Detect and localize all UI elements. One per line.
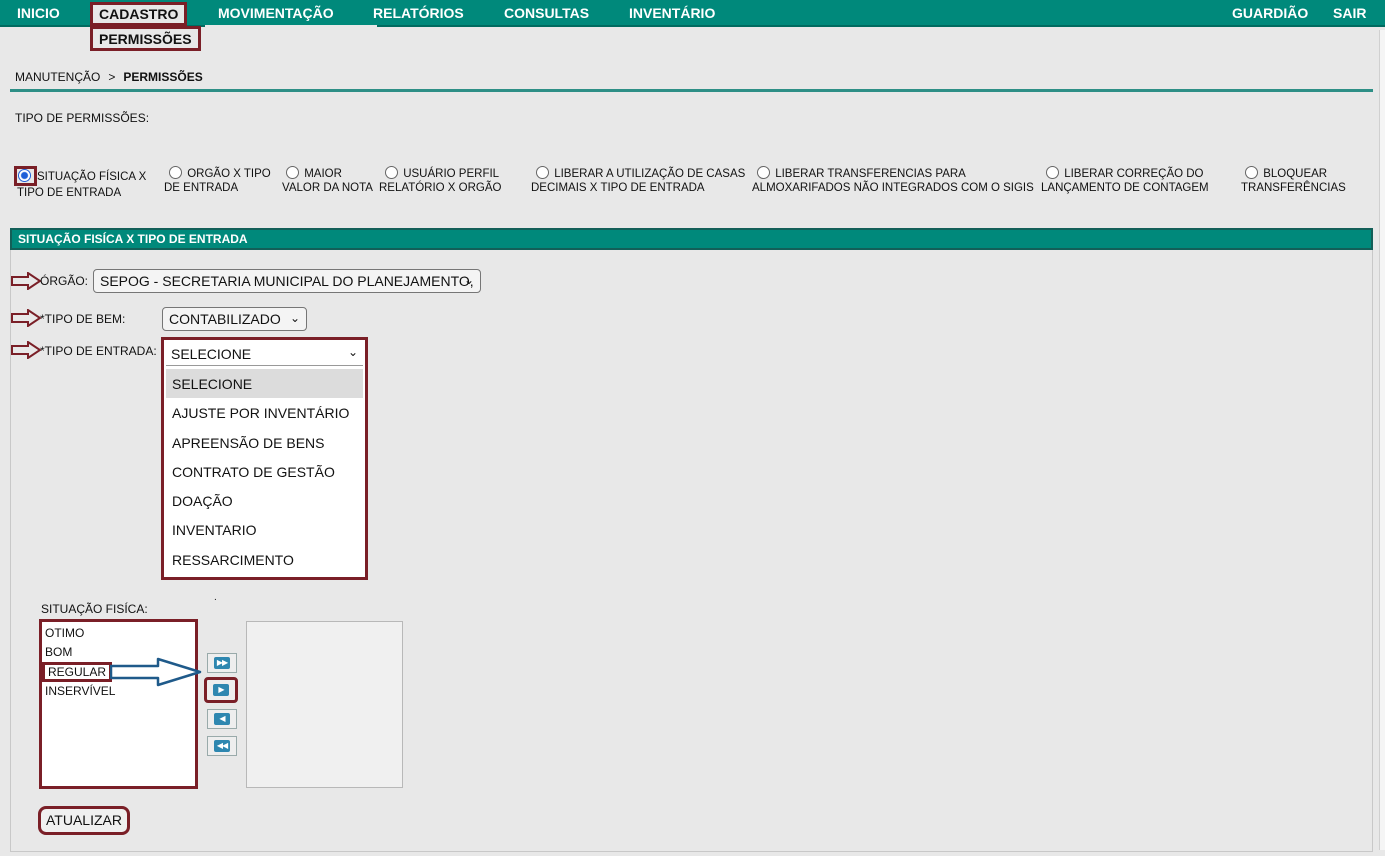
- radio-label-line1: SITUAÇÃO FÍSICA X: [37, 171, 147, 183]
- double-chevron-left-icon: ◀◀: [214, 740, 230, 752]
- radio-label-line1: BLOQUEAR: [1263, 168, 1328, 180]
- list-item-inservivel[interactable]: INSERVÍVEL: [45, 684, 115, 698]
- situacao-selected-list[interactable]: [246, 621, 403, 788]
- radio-transferencias-almoxarifados[interactable]: LIBERAR TRANSFERENCIAS PARA ALMOXARIFADO…: [752, 166, 1034, 195]
- nav-cadastro[interactable]: CADASTRO: [90, 2, 188, 26]
- tipo-entrada-label: *TIPO DE ENTRADA:: [40, 344, 157, 358]
- radio-casas-decimais[interactable]: LIBERAR A UTILIZAÇÃO DE CASAS DECIMAIS X…: [531, 166, 745, 195]
- option-ajuste-inventario[interactable]: AJUSTE POR INVENTÁRIO: [166, 398, 363, 427]
- radio-orgao-tipo[interactable]: ORGÃO X TIPO DE ENTRADA: [164, 166, 271, 195]
- tipo-bem-select-value: CONTABILIZADO: [169, 311, 281, 327]
- orgao-label: ÓRGÃO:: [40, 274, 89, 288]
- orgao-select-value: SEPOG - SECRETARIA MUNICIPAL DO PLANEJAM…: [100, 273, 474, 289]
- hollow-arrow-right-icon: [11, 309, 41, 327]
- move-all-right-button[interactable]: ▶▶: [207, 653, 237, 673]
- tipo-entrada-select[interactable]: SELECIONE ⌄: [166, 342, 363, 366]
- nav-inventario[interactable]: INVENTÁRIO: [629, 5, 715, 21]
- move-all-left-button[interactable]: ◀◀: [207, 736, 237, 756]
- section-title: SITUAÇÃO FISÍCA X TIPO DE ENTRADA: [10, 228, 1373, 250]
- nav-movimentacao[interactable]: MOVIMENTAÇÃO: [218, 5, 334, 21]
- radio-unchecked-icon[interactable]: [385, 166, 398, 179]
- radio-label-line2: DE ENTRADA: [164, 182, 239, 194]
- chevron-down-icon: ⌄: [289, 311, 300, 325]
- option-ressarcimento[interactable]: RESSARCIMENTO: [166, 545, 363, 574]
- radio-checked-icon[interactable]: [18, 169, 31, 182]
- stray-dot: .: [214, 592, 217, 603]
- radio-label-line2: VALOR DA NOTA: [282, 182, 373, 194]
- situacao-available-list[interactable]: OTIMO BOM REGULAR INSERVÍVEL: [39, 619, 198, 789]
- chevron-down-icon: ⌄: [463, 273, 474, 287]
- orgao-select[interactable]: SEPOG - SECRETARIA MUNICIPAL DO PLANEJAM…: [93, 269, 481, 293]
- tipo-entrada-select-value: SELECIONE: [171, 346, 252, 362]
- breadcrumb-separator: >: [108, 70, 116, 84]
- tipo-entrada-dropdown: SELECIONE ⌄ SELECIONE AJUSTE POR INVENTÁ…: [161, 337, 368, 580]
- option-inventario[interactable]: INVENTARIO: [166, 515, 363, 544]
- hollow-arrow-right-icon: [11, 272, 41, 290]
- tipo-bem-label: *TIPO DE BEM:: [40, 312, 126, 326]
- radio-label-line2: LANÇAMENTO DE CONTAGEM: [1041, 182, 1209, 194]
- hollow-arrow-right-icon: [11, 341, 41, 359]
- radio-label-line1: MAIOR: [304, 168, 342, 180]
- radio-label-line2: ALMOXARIFADOS NÃO INTEGRADOS COM O SIGIS: [752, 182, 1034, 194]
- page-scrollbar[interactable]: [1379, 30, 1385, 850]
- move-right-button[interactable]: ▶: [204, 677, 238, 703]
- tipo-entrada-options: SELECIONE AJUSTE POR INVENTÁRIO APREENSÃ…: [166, 369, 363, 574]
- list-item-otimo[interactable]: OTIMO: [45, 626, 84, 640]
- permission-type-label: TIPO DE PERMISSÕES:: [15, 111, 150, 125]
- move-left-button[interactable]: ◀: [207, 709, 237, 729]
- chevron-left-icon: ◀: [214, 713, 230, 725]
- chevron-right-icon: ▶: [213, 684, 229, 696]
- nav-inicio[interactable]: INICIO: [17, 5, 60, 21]
- breadcrumb-divider: [10, 89, 1373, 92]
- radio-usuario-perfil[interactable]: USUÁRIO PERFIL RELATÓRIO X ORGÃO: [379, 166, 501, 195]
- radio-correcao-contagem[interactable]: LIBERAR CORREÇÃO DO LANÇAMENTO DE CONTAG…: [1041, 166, 1209, 195]
- radio-label-line2: TIPO DE ENTRADA: [17, 187, 122, 199]
- option-selecione[interactable]: SELECIONE: [166, 369, 363, 399]
- radio-unchecked-icon[interactable]: [286, 166, 299, 179]
- arrow-right-annotation-icon: [110, 657, 202, 687]
- update-button[interactable]: ATUALIZAR: [38, 806, 130, 835]
- double-chevron-right-icon: ▶▶: [214, 657, 230, 669]
- option-apreensao-bens[interactable]: APREENSÃO DE BENS: [166, 428, 363, 457]
- nav-relatorios[interactable]: RELATÓRIOS: [373, 5, 464, 21]
- radio-unchecked-icon[interactable]: [536, 166, 549, 179]
- radio-label-line2: RELATÓRIO X ORGÃO: [379, 182, 502, 194]
- nav-guardiao[interactable]: GUARDIÃO: [1232, 5, 1308, 21]
- radio-unchecked-icon[interactable]: [169, 166, 182, 179]
- radio-situacao-fisica[interactable]: SITUAÇÃO FÍSICA X TIPO DE ENTRADA: [14, 166, 147, 200]
- nav-underline: [205, 25, 377, 27]
- submenu-permissoes[interactable]: PERMISSÕES: [90, 26, 201, 51]
- list-item-bom[interactable]: BOM: [45, 645, 72, 659]
- radio-label-line1: USUÁRIO PERFIL: [403, 168, 500, 180]
- radio-label-line2: DECIMAIS X TIPO DE ENTRADA: [531, 182, 705, 194]
- list-item-regular[interactable]: REGULAR: [42, 662, 113, 682]
- radio-highlight-box: [14, 166, 37, 186]
- option-doacao[interactable]: DOAÇÃO: [166, 486, 363, 515]
- nav-sair[interactable]: SAIR: [1333, 5, 1366, 21]
- option-contrato-gestao[interactable]: CONTRATO DE GESTÃO: [166, 457, 363, 486]
- radio-unchecked-icon[interactable]: [1046, 166, 1059, 179]
- breadcrumb-current: PERMISSÕES: [123, 70, 203, 84]
- radio-label-line1: LIBERAR CORREÇÃO DO: [1064, 168, 1204, 180]
- radio-maior-valor[interactable]: MAIOR VALOR DA NOTA: [282, 166, 373, 195]
- radio-label-line1: ORGÃO X TIPO: [187, 168, 271, 180]
- situacao-fisica-label: SITUAÇÃO FISÍCA:: [41, 602, 148, 616]
- radio-unchecked-icon[interactable]: [1245, 166, 1258, 179]
- breadcrumb: MANUTENÇÃO > PERMISSÕES: [15, 70, 203, 84]
- radio-bloquear-transferencias[interactable]: BLOQUEAR TRANSFERÊNCIAS: [1241, 166, 1346, 195]
- tipo-bem-select[interactable]: CONTABILIZADO ⌄: [162, 307, 307, 331]
- radio-label-line1: LIBERAR A UTILIZAÇÃO DE CASAS: [554, 168, 746, 180]
- radio-label-line1: LIBERAR TRANSFERENCIAS PARA: [775, 168, 966, 180]
- nav-consultas[interactable]: CONSULTAS: [504, 5, 589, 21]
- chevron-down-icon: ⌄: [347, 345, 358, 359]
- radio-unchecked-icon[interactable]: [757, 166, 770, 179]
- breadcrumb-parent[interactable]: MANUTENÇÃO: [15, 70, 100, 84]
- radio-label-line2: TRANSFERÊNCIAS: [1241, 182, 1346, 194]
- top-nav-bar: INICIO CADASTRO MOVIMENTAÇÃO RELATÓRIOS …: [0, 0, 1385, 27]
